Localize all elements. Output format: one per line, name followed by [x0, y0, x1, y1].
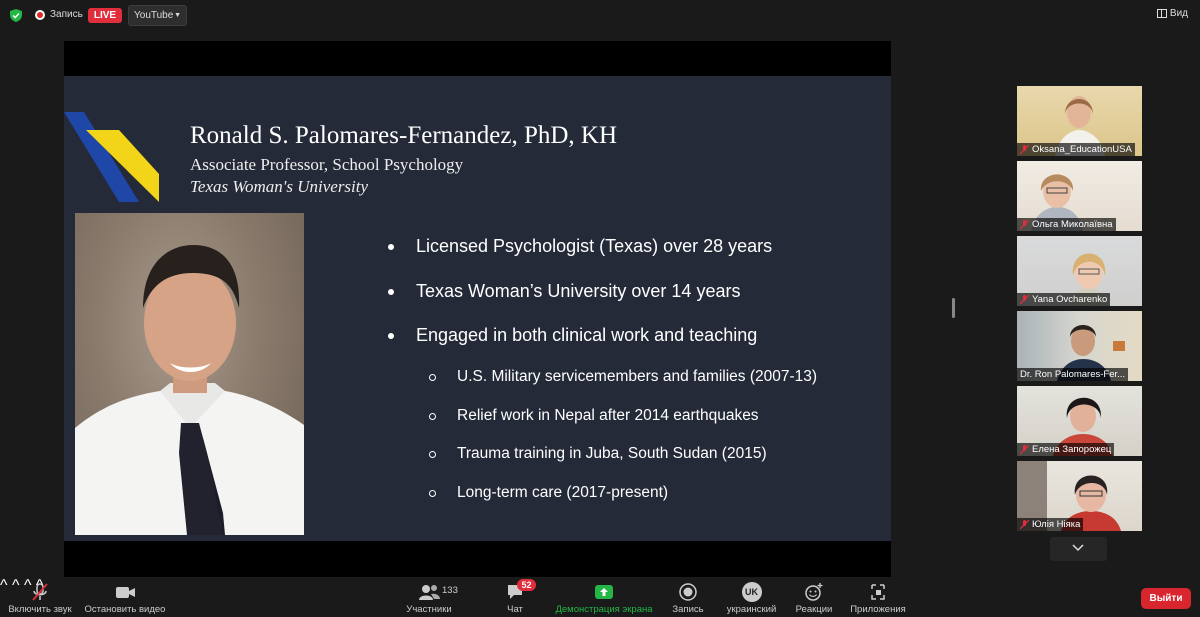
- muted-mic-icon: [32, 583, 48, 601]
- stream-target-dropdown[interactable]: YouTube ▼: [128, 5, 187, 26]
- stop-video-label: Остановить видео: [84, 604, 166, 615]
- participant-tile[interactable]: Юлія Ніяка: [1017, 461, 1142, 531]
- participants-label: Участники: [406, 604, 452, 615]
- bullet-item: Texas Woman’s University over 14 years: [386, 281, 772, 326]
- slide-title: Ronald S. Palomares-Fernandez, PhD, KH: [190, 122, 618, 149]
- sub-bullet-item: Relief work in Nepal after 2014 earthqua…: [428, 407, 817, 446]
- apps-button[interactable]: Приложения: [848, 577, 908, 617]
- record-icon: [679, 583, 697, 601]
- participant-tile[interactable]: Ольга Миколаївна: [1017, 161, 1142, 231]
- muted-mic-icon: [1020, 445, 1029, 454]
- unmute-label: Включить звук: [8, 604, 72, 615]
- participant-tile[interactable]: Yana Ovcharenko: [1017, 236, 1142, 306]
- participant-tile[interactable]: Oksana_EducationUSA: [1017, 86, 1142, 156]
- gallery-next-button[interactable]: [1050, 537, 1107, 561]
- bullet-item: Licensed Psychologist (Texas) over 28 ye…: [386, 236, 772, 281]
- muted-mic-icon: [1020, 295, 1029, 304]
- speaker-portrait: [75, 213, 304, 535]
- participant-name: Елена Запорожец: [1017, 443, 1115, 456]
- chat-label: Чат: [507, 604, 523, 615]
- muted-mic-icon: [1020, 220, 1029, 229]
- reactions-button[interactable]: Реакции: [794, 577, 834, 617]
- share-screen-icon: [595, 585, 613, 599]
- presentation-slide: Ronald S. Palomares-Fernandez, PhD, KH A…: [64, 76, 891, 541]
- recording-label: Запись: [50, 9, 83, 20]
- participants-count: 133: [442, 585, 458, 596]
- record-label: Запись: [672, 604, 704, 615]
- record-dot-icon: [35, 9, 45, 20]
- share-screen-label: Демонстрация экрана: [555, 604, 653, 615]
- participants-button[interactable]: Участники: [400, 577, 458, 617]
- leave-meeting-button[interactable]: Выйти: [1141, 588, 1191, 609]
- security-shield-icon[interactable]: [10, 9, 22, 22]
- top-bar: Запись LIVE YouTube ▼ Вид: [0, 0, 1200, 30]
- sub-bullet-item: U.S. Military servicemembers and familie…: [428, 368, 817, 407]
- participant-name: Dr. Ron Palomares-Fer...: [1017, 368, 1129, 381]
- stop-video-button[interactable]: Остановить видео: [82, 577, 168, 617]
- bullet-item: Engaged in both clinical work and teachi…: [386, 325, 772, 370]
- slide-university: Texas Woman's University: [190, 177, 369, 196]
- unmute-button[interactable]: Включить звук: [5, 577, 75, 617]
- stream-target-label: YouTube: [134, 10, 174, 21]
- participant-gallery: Oksana_EducationUSA Ольга Миколаївна Yan…: [1017, 86, 1142, 536]
- reactions-label: Реакции: [795, 604, 833, 615]
- recording-indicator[interactable]: Запись: [35, 9, 83, 20]
- view-button[interactable]: Вид: [1156, 8, 1188, 19]
- view-label: Вид: [1169, 8, 1188, 19]
- participant-tile[interactable]: Елена Запорожец: [1017, 386, 1142, 456]
- chevron-down-icon: [1072, 544, 1084, 552]
- bullet-list: Licensed Psychologist (Texas) over 28 ye…: [386, 236, 772, 370]
- muted-mic-icon: [1020, 520, 1029, 529]
- share-screen-button[interactable]: Демонстрация экрана: [552, 577, 656, 617]
- participant-name: Ольга Миколаївна: [1017, 218, 1116, 231]
- interpretation-button[interactable]: UK украинский: [724, 577, 779, 617]
- chat-unread-badge: 52: [517, 579, 536, 591]
- caret-down-icon: ▼: [174, 12, 181, 19]
- language-code: UK: [741, 582, 762, 602]
- sub-bullet-item: Long-term care (2017-present): [428, 484, 817, 523]
- record-button[interactable]: Запись: [668, 577, 708, 617]
- apps-label: Приложения: [850, 604, 906, 615]
- participant-name: Oksana_EducationUSA: [1017, 143, 1135, 156]
- chat-button[interactable]: Чат 52: [500, 577, 536, 617]
- participants-icon: [419, 585, 440, 600]
- participant-tile[interactable]: Dr. Ron Palomares-Fer...: [1017, 311, 1142, 381]
- sub-bullet-list: U.S. Military servicemembers and familie…: [428, 368, 817, 523]
- view-layout-icon: [1156, 9, 1167, 18]
- university-logo: [64, 112, 159, 202]
- sub-bullet-item: Trauma training in Juba, South Sudan (20…: [428, 445, 817, 484]
- panel-resize-handle[interactable]: [952, 298, 955, 318]
- meeting-toolbar: Включить звук ^ Остановить видео ^ Участ…: [0, 577, 1200, 617]
- live-badge[interactable]: LIVE: [88, 8, 122, 23]
- language-label: украинский: [726, 604, 777, 615]
- slide-subtitle: Associate Professor, School Psychology: [190, 155, 464, 174]
- participant-name: Yana Ovcharenko: [1017, 293, 1111, 306]
- apps-icon: [871, 584, 885, 600]
- smiley-icon: [805, 583, 823, 601]
- video-camera-icon: [116, 587, 135, 598]
- muted-mic-icon: [1020, 145, 1029, 154]
